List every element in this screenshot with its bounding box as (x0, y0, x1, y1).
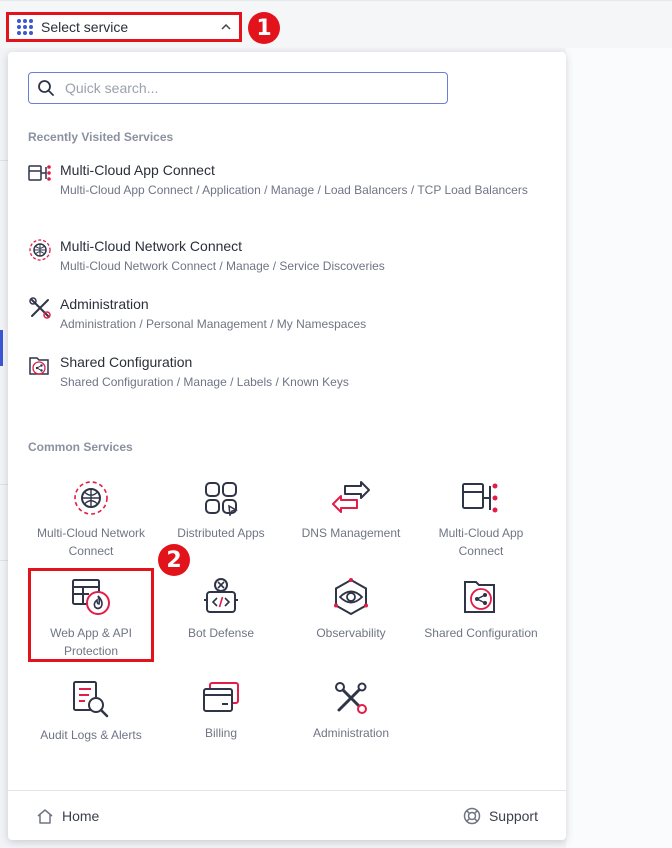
annotation-badge-1: 1 (248, 12, 280, 44)
recent-item-title: Multi-Cloud App Connect (60, 162, 215, 178)
background-area (566, 48, 672, 848)
app-connect-icon (462, 483, 498, 513)
annotation-badge-2: 2 (158, 544, 190, 576)
tile-audit-logs-alerts[interactable]: Audit Logs & Alerts (26, 680, 156, 744)
tile-billing[interactable]: Billing (156, 680, 286, 742)
shared-config-icon (28, 354, 52, 378)
recent-item-path: Administration / Personal Management / M… (60, 317, 367, 331)
app-connect-icon (28, 162, 52, 186)
quick-search-box[interactable] (28, 72, 448, 104)
recent-item-administration[interactable]: Administration Administration / Personal… (28, 294, 538, 333)
tile-label: Multi-Cloud App Connect (438, 526, 524, 558)
recent-item-title: Shared Configuration (60, 354, 193, 370)
administration-icon (335, 682, 367, 714)
tile-label: Observability (316, 626, 386, 640)
audit-logs-icon (73, 681, 109, 718)
recent-services-heading: Recently Visited Services (28, 130, 174, 144)
tile-app-connect[interactable]: Multi-Cloud App Connect (416, 480, 546, 560)
select-service-dropdown[interactable]: Select service (6, 12, 242, 42)
tile-network-connect[interactable]: Multi-Cloud Network Connect (26, 480, 156, 560)
tile-label: Distributed Apps (177, 526, 265, 540)
background-divider (0, 560, 8, 561)
tile-label: Multi-Cloud Network Connect (36, 526, 146, 558)
tile-label: Audit Logs & Alerts (40, 728, 142, 742)
network-connect-icon (74, 481, 108, 515)
home-label: Home (62, 807, 100, 824)
support-label: Support (488, 807, 538, 824)
tile-administration[interactable]: Administration (286, 680, 416, 742)
shared-config-icon (464, 581, 495, 613)
service-menu-panel: Recently Visited Services Multi-Cloud Ap… (8, 52, 566, 840)
recent-item-path: Multi-Cloud App Connect / Application / … (60, 183, 528, 197)
tile-label: Shared Configuration (424, 626, 538, 640)
search-input[interactable] (63, 79, 423, 97)
panel-footer: Home Support (8, 790, 566, 840)
highlight-box (28, 568, 154, 662)
tile-label: DNS Management (301, 526, 401, 540)
lifebuoy-icon (463, 807, 481, 824)
tile-label: Bot Defense (187, 626, 255, 640)
home-link[interactable]: Home (36, 808, 99, 824)
distributed-apps-icon (205, 482, 238, 516)
background-divider (0, 484, 8, 485)
tile-shared-configuration[interactable]: Shared Configuration (416, 578, 546, 642)
grid-icon (17, 19, 33, 35)
recent-item-app-connect[interactable]: Multi-Cloud App Connect Multi-Cloud App … (28, 160, 538, 199)
support-link[interactable]: Support (463, 807, 538, 825)
observability-icon (334, 578, 368, 616)
recent-item-shared-configuration[interactable]: Shared Configuration Shared Configuratio… (28, 352, 538, 391)
billing-icon (203, 682, 239, 712)
tile-label: Administration (312, 726, 390, 740)
tile-observability[interactable]: Observability (286, 578, 416, 642)
search-icon (38, 80, 54, 96)
select-service-label: Select service (41, 19, 129, 35)
recent-item-title: Multi-Cloud Network Connect (60, 238, 243, 254)
bot-defense-icon (204, 578, 238, 613)
background-divider (0, 160, 8, 161)
tile-distributed-apps[interactable]: Distributed Apps (156, 480, 286, 542)
tile-bot-defense[interactable]: Bot Defense (156, 578, 286, 642)
network-connect-icon (28, 238, 52, 262)
tile-label: Billing (204, 726, 237, 740)
home-icon (37, 808, 53, 824)
background-nav-indicator (0, 330, 3, 366)
tile-dns-management[interactable]: DNS Management (286, 480, 416, 542)
dns-icon (332, 481, 370, 513)
recent-item-title: Administration (60, 296, 149, 312)
recent-item-path: Multi-Cloud Network Connect / Manage / S… (60, 259, 385, 273)
chevron-up-icon (221, 21, 231, 33)
administration-icon (28, 296, 52, 320)
common-services-heading: Common Services (28, 440, 133, 454)
recent-item-network-connect[interactable]: Multi-Cloud Network Connect Multi-Cloud … (28, 236, 538, 275)
recent-item-path: Shared Configuration / Manage / Labels /… (60, 375, 349, 389)
